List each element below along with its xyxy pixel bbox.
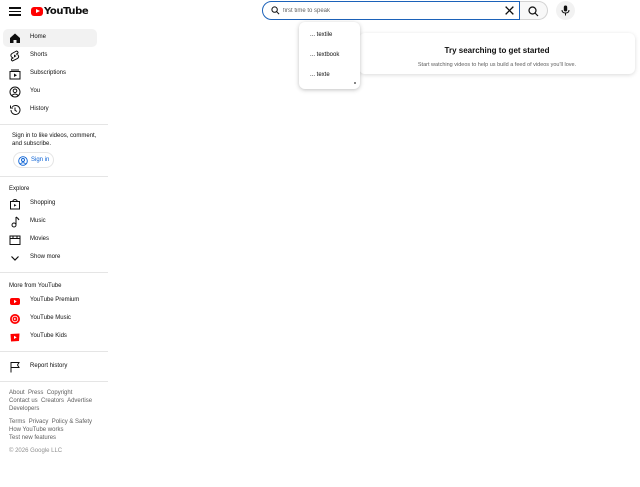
youtube-logo[interactable]: YouTube — [31, 5, 89, 17]
card-title: Try searching to get started — [444, 46, 550, 55]
youtube-music-icon — [10, 314, 20, 324]
voice-search-button[interactable] — [556, 1, 575, 20]
footer-link[interactable]: Developers — [9, 406, 39, 412]
sidebar-item-label: Shorts — [30, 52, 48, 58]
footer-link[interactable]: Test new features — [9, 435, 56, 441]
sidebar-item-label: History — [30, 106, 49, 112]
divider — [0, 381, 108, 382]
signin-label: Sign in — [31, 157, 50, 163]
suggestions-scrollbar[interactable] — [354, 82, 356, 84]
history-icon — [10, 104, 21, 115]
logo-text: YouTube — [44, 5, 89, 17]
footer-link[interactable]: Press — [28, 390, 43, 396]
sidebar-item-home[interactable]: Home — [3, 29, 97, 47]
sidebar-item-movies[interactable]: Movies — [3, 231, 97, 249]
you-icon — [9, 86, 21, 98]
top-bar: YouTube — [0, 0, 640, 22]
footer-links-4: Terms Privacy Policy & Safety — [9, 418, 92, 426]
footer-links-3: Developers — [9, 405, 39, 413]
footer-link[interactable]: Privacy — [29, 419, 49, 425]
search-input[interactable] — [283, 2, 501, 19]
footer-link[interactable]: How YouTube works — [9, 427, 63, 433]
search-suggestions: ... textile ... textbook ... texte — [299, 22, 360, 89]
suggestion-item[interactable]: ... textile — [310, 32, 332, 38]
explore-title: Explore — [9, 186, 30, 192]
footer-links-1: About Press Copyright — [9, 389, 72, 397]
sidebar-item-label: Show more — [30, 254, 61, 260]
empty-feed-card: Try searching to get started Start watch… — [359, 33, 635, 74]
music-note-icon — [11, 216, 20, 228]
sidebar-item-music[interactable]: Music — [3, 213, 97, 231]
sidebar-item-label: Movies — [30, 236, 50, 242]
shorts-icon — [10, 50, 20, 62]
movies-icon — [9, 235, 21, 245]
sidebar-item-report-history[interactable]: Report history — [3, 358, 97, 376]
sidebar-item-label: Shopping — [30, 200, 56, 206]
footer-links-5: How YouTube works — [9, 426, 63, 434]
footer-link[interactable]: About — [9, 390, 25, 396]
search-box[interactable] — [262, 1, 520, 20]
footer-link[interactable]: Advertise — [67, 398, 92, 404]
sidebar-item-youtube-music[interactable]: YouTube Music — [3, 310, 97, 328]
sidebar-item-label: Music — [30, 218, 46, 224]
chevron-down-icon — [11, 256, 19, 261]
footer-link[interactable]: Copyright — [47, 390, 73, 396]
youtube-play-icon — [31, 6, 43, 16]
suggestion-item[interactable]: ... texte — [310, 72, 330, 78]
card-subtitle: Start watching videos to help us build a… — [417, 62, 577, 68]
sidebar-item-label: YouTube Music — [30, 315, 71, 321]
account-icon — [18, 155, 28, 166]
shopping-bag-icon — [10, 199, 20, 210]
suggestion-item[interactable]: ... textbook — [310, 52, 339, 58]
sidebar-item-label: YouTube Kids — [30, 333, 67, 339]
sidebar-item-label: You — [30, 88, 41, 94]
sidebar-item-youtube-premium[interactable]: YouTube Premium — [3, 292, 97, 310]
sidebar: Home Shorts Subscriptions You History Si… — [0, 24, 108, 487]
youtube-premium-icon — [10, 298, 20, 305]
sidebar-item-you[interactable]: You — [3, 83, 97, 101]
footer-link[interactable]: Terms — [9, 419, 25, 425]
search-icon — [271, 6, 280, 15]
sidebar-item-history[interactable]: History — [3, 101, 97, 119]
footer-link[interactable]: Policy & Safety — [52, 419, 92, 425]
search-button[interactable] — [520, 1, 548, 20]
sidebar-item-youtube-kids[interactable]: YouTube Kids — [3, 328, 97, 346]
subscriptions-icon — [9, 69, 21, 80]
menu-icon[interactable] — [9, 5, 21, 17]
sidebar-item-label: Report history — [30, 363, 68, 369]
sidebar-item-show-more[interactable]: Show more — [3, 249, 97, 267]
search-icon — [528, 6, 539, 17]
signin-button[interactable]: Sign in — [13, 152, 54, 168]
sidebar-item-label: Subscriptions — [30, 70, 67, 76]
sidebar-item-label: YouTube Premium — [30, 297, 80, 303]
sidebar-item-shopping[interactable]: Shopping — [3, 195, 97, 213]
microphone-icon — [561, 5, 570, 16]
footer-link[interactable]: Contact us — [9, 398, 38, 404]
footer-links-2: Contact us Creators Advertise — [9, 397, 92, 405]
copyright: © 2026 Google LLC — [9, 448, 63, 454]
footer-link[interactable]: Creators — [41, 398, 64, 404]
signin-prompt: Sign in to like videos, comment, and sub… — [12, 133, 97, 147]
sidebar-item-shorts[interactable]: Shorts — [3, 47, 97, 65]
footer-links-6: Test new features — [9, 434, 56, 442]
more-from-youtube-title: More from YouTube — [9, 283, 62, 289]
sidebar-item-subscriptions[interactable]: Subscriptions — [3, 65, 97, 83]
youtube-kids-icon — [10, 333, 20, 342]
close-icon[interactable] — [504, 5, 515, 16]
flag-icon — [10, 362, 20, 373]
divider — [0, 124, 108, 125]
sidebar-item-label: Home — [30, 34, 47, 40]
divider — [0, 351, 108, 352]
divider — [0, 272, 108, 273]
divider — [0, 176, 108, 177]
home-icon — [10, 33, 20, 43]
